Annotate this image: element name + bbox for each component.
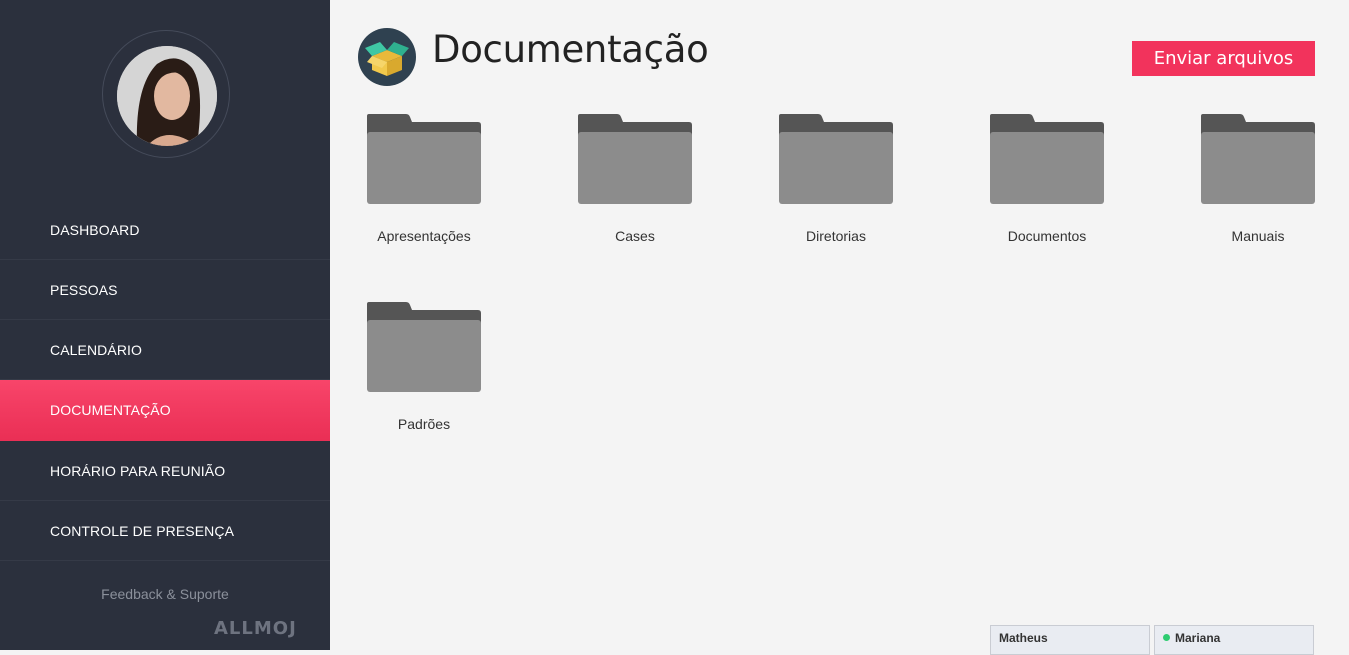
folder-padroes[interactable]: Padrões [344,302,504,432]
chat-contact-name: Mariana [1175,631,1221,645]
feedback-support-link[interactable]: Feedback & Suporte [0,586,330,602]
avatar[interactable] [117,46,217,146]
nav-item-label: DOCUMENTAÇÃO [50,402,171,418]
folder-label: Documentos [1007,228,1087,244]
folder-apresentacoes[interactable]: Apresentações [344,114,504,244]
nav-item-label: CONTROLE DE PRESENÇA [50,522,235,539]
folder-label: Cases [615,228,655,244]
folder-label: Manuais [1231,228,1285,244]
folder-icon [367,114,481,204]
page-title: Documentação [432,28,709,71]
nav-item-dashboard[interactable]: DASHBOARD [0,200,330,260]
nav-item-calendario[interactable]: CALENDÁRIO [0,320,330,380]
folder-icon [779,114,893,204]
folder-manuais[interactable]: Manuais [1178,114,1338,244]
folder-diretorias[interactable]: Diretorias [756,114,916,244]
chat-tab-matheus[interactable]: Matheus [990,625,1150,655]
nav-item-pessoas[interactable]: PESSOAS [0,260,330,320]
nav-item-controle-presenca[interactable]: CONTROLE DE PRESENÇA [0,501,330,561]
folder-cases[interactable]: Cases [555,114,715,244]
nav-item-horario-reuniao[interactable]: HORÁRIO PARA REUNIÃO [0,441,330,501]
folder-label: Apresentações [377,228,471,244]
nav-item-documentacao[interactable]: DOCUMENTAÇÃO [0,380,330,441]
folder-icon [578,114,692,204]
folder-icon [990,114,1104,204]
brand-logo: ALLMOJ [214,618,297,639]
folder-label: Diretorias [806,228,866,244]
upload-files-button[interactable]: Enviar arquivos [1132,41,1315,76]
main-nav: DASHBOARD PESSOAS CALENDÁRIO DOCUMENTAÇÃ… [0,200,330,561]
nav-item-label: DASHBOARD [50,221,140,238]
folder-documentos[interactable]: Documentos [967,114,1127,244]
open-box-icon [358,28,416,86]
nav-item-label: CALENDÁRIO [50,341,143,358]
folder-icon [1201,114,1315,204]
avatar-photo [117,46,217,146]
sidebar: DASHBOARD PESSOAS CALENDÁRIO DOCUMENTAÇÃ… [0,0,330,650]
chat-tab-mariana[interactable]: Mariana [1154,625,1314,655]
nav-item-label: HORÁRIO PARA REUNIÃO [50,462,226,479]
nav-item-label: PESSOAS [50,281,118,298]
online-status-icon [1163,634,1170,641]
folder-icon [367,302,481,392]
folder-label: Padrões [397,416,451,432]
chat-contact-name: Matheus [999,631,1048,645]
